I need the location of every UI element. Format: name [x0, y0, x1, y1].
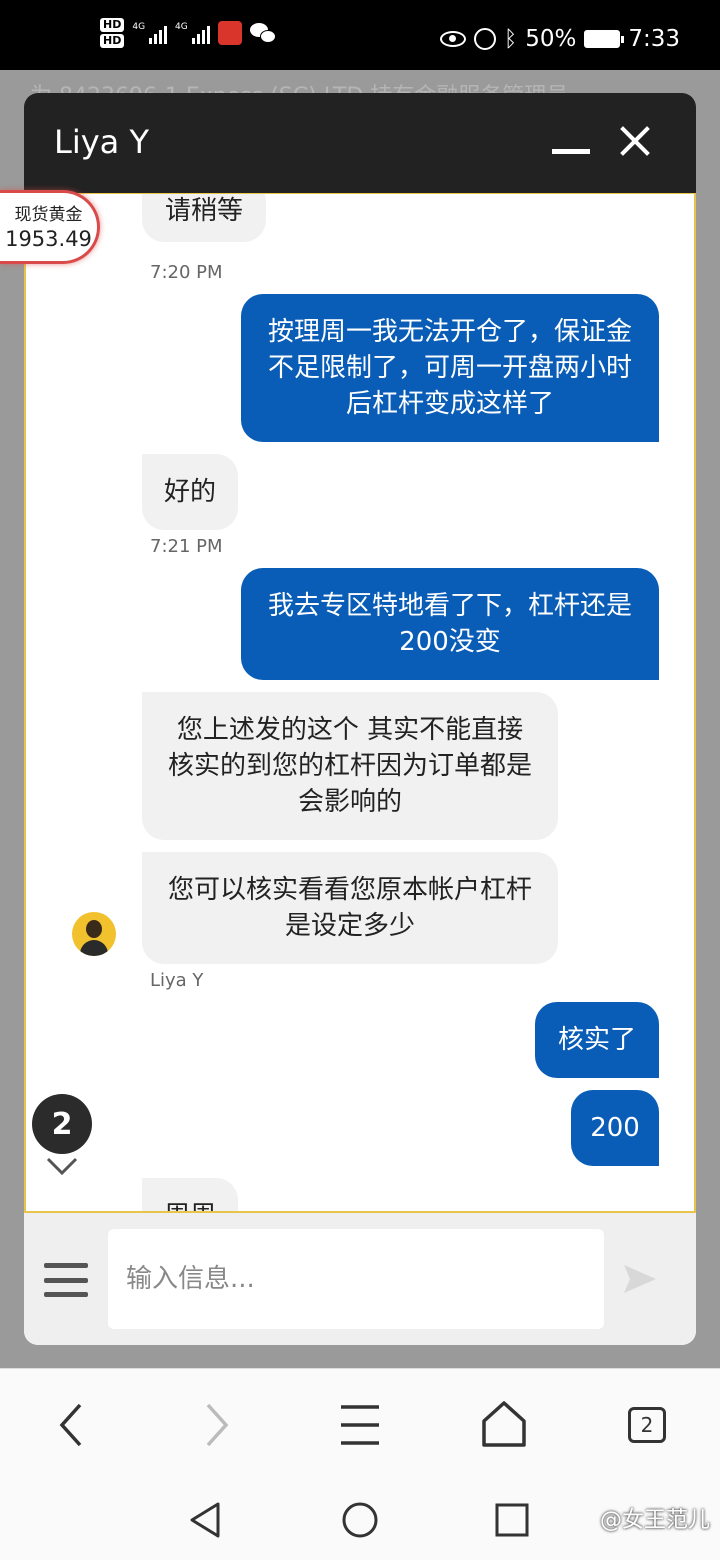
browser-toolbar: 2 — [0, 1368, 720, 1480]
bluetooth-icon: ᛒ — [504, 26, 518, 52]
eye-icon — [440, 31, 467, 47]
watermark: @女王范儿 — [599, 1508, 710, 1533]
system-nav-bar: @女王范儿 — [0, 1480, 720, 1560]
message-timestamp: 7:20 PM — [150, 262, 223, 283]
battery-percent: 50% — [525, 26, 577, 52]
agent-avatar — [72, 912, 116, 956]
app-notification-icon — [217, 21, 242, 45]
alarm-icon — [474, 28, 497, 50]
net2-label: 4G — [175, 22, 188, 32]
menu-icon[interactable] — [44, 1263, 88, 1297]
message-list[interactable]: 请稍等 7:20 PM 按理周一我无法开仓了，保证金不足限制了，可周一开盘两小时… — [24, 193, 696, 1213]
status-bar: HD HD 4G 4G ᛒ 50% 7:33 — [0, 0, 720, 70]
menu-icon[interactable] — [332, 1397, 388, 1453]
minimize-button[interactable] — [552, 149, 590, 154]
gold-price-widget[interactable]: 现货黄金 1953.49 — [0, 190, 100, 264]
sim-indicators: HD HD — [100, 18, 125, 48]
status-left: HD HD 4G 4G — [100, 18, 276, 48]
message-bubble: 请稍等 — [142, 194, 266, 242]
nav-recents-icon[interactable] — [492, 1500, 532, 1540]
forward-icon[interactable] — [188, 1397, 244, 1453]
status-right: ᛒ 50% 7:33 — [440, 26, 680, 52]
message-bubble: 按理周一我无法开仓了，保证金不足限制了，可周一开盘两小时后杠杆变成这样了 — [241, 294, 659, 442]
chat-header: Liya Y — [24, 93, 696, 193]
message-bubble: 周周 — [142, 1178, 238, 1211]
message-sender: Liya Y — [150, 970, 204, 991]
back-icon[interactable] — [44, 1397, 100, 1453]
message-bubble: 200 — [571, 1090, 659, 1166]
nav-home-icon[interactable] — [340, 1500, 380, 1540]
send-icon[interactable] — [620, 1259, 660, 1299]
sim2-label: HD — [100, 34, 125, 48]
chevron-down-icon[interactable] — [46, 1156, 78, 1176]
gold-price: 1953.49 — [5, 227, 92, 251]
clock: 7:33 — [628, 26, 680, 52]
message-timestamp: 7:21 PM — [150, 536, 223, 557]
message-bubble: 您上述发的这个 其实不能直接核实的到您的杠杆因为订单都是会影响的 — [142, 692, 558, 840]
gold-label: 现货黄金 — [14, 205, 83, 225]
sim1-label: HD — [100, 18, 125, 32]
net1-label: 4G — [132, 22, 146, 32]
wechat-icon — [249, 23, 276, 43]
signal-1-icon: 4G — [132, 22, 168, 44]
nav-back-icon[interactable] — [186, 1500, 226, 1540]
home-icon[interactable] — [476, 1397, 532, 1453]
unread-count-badge[interactable]: 2 — [32, 1094, 92, 1154]
message-bubble: 您可以核实看看您原本帐户杠杆是设定多少 — [142, 852, 558, 964]
message-bubble: 我去专区特地看了下，杠杆还是200没变 — [241, 568, 659, 680]
tabs-count-button[interactable]: 2 — [628, 1407, 666, 1443]
battery-icon — [584, 30, 625, 48]
signal-2-icon: 4G — [175, 22, 210, 44]
message-bubble: 好的 — [142, 454, 238, 530]
message-input[interactable] — [108, 1229, 604, 1329]
message-bubble: 核实了 — [535, 1002, 659, 1078]
composer — [24, 1213, 696, 1345]
chat-title: Liya Y — [54, 123, 149, 161]
chat-window: Liya Y 请稍等 7:20 PM 按理周一我无法开仓了，保证金不足限制了，可… — [24, 93, 696, 1345]
close-button[interactable] — [620, 126, 650, 156]
